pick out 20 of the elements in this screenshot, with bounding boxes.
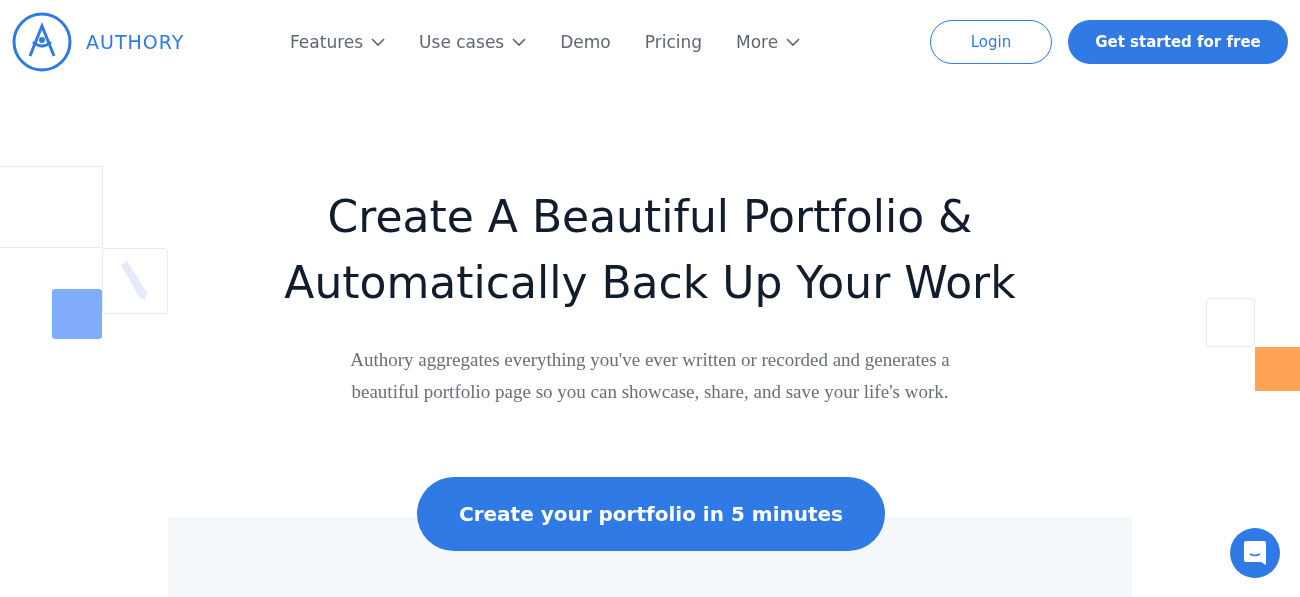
hero-subtitle: Authory aggregates everything you've ever written or recorded and generates a	[350, 348, 950, 372]
chat-icon	[1243, 540, 1267, 566]
hero-title: Automatically Back Up Your Work	[284, 256, 1016, 310]
signup-button[interactable]: Get started for free	[1068, 20, 1288, 64]
hero-title: Create A Beautiful Portfolio &	[327, 190, 973, 244]
brand-name: AUTHORY	[86, 31, 185, 53]
filled-square	[52, 289, 102, 339]
hero-subtitle: beautiful portfolio page so you can showcase, share, and save your life's work.	[351, 380, 949, 404]
filled-square	[1255, 347, 1300, 391]
nav-link[interactable]: Pricing	[644, 32, 703, 52]
chat-button[interactable]	[1230, 528, 1280, 578]
pencil-icon	[119, 259, 149, 301]
login-button[interactable]: Login	[930, 20, 1052, 64]
nav-link[interactable]: Features	[290, 32, 386, 52]
nav-link[interactable]: More	[736, 32, 801, 52]
nav-link[interactable]: Demo	[560, 32, 611, 52]
cta-button[interactable]: Create your portfolio in 5 minutes	[417, 477, 885, 551]
nav-link[interactable]: Use cases	[419, 32, 527, 52]
logo-icon	[12, 12, 72, 72]
outline-square	[1206, 298, 1255, 347]
